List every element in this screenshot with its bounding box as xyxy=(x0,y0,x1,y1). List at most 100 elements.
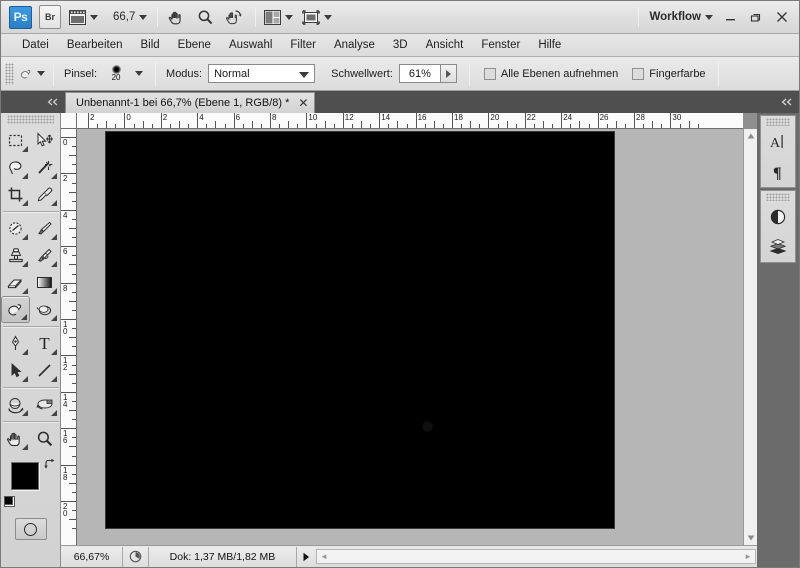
tool-3d-camera-orbit[interactable] xyxy=(30,391,59,418)
menu-item-ebene[interactable]: Ebene xyxy=(169,37,220,53)
tool-lasso[interactable] xyxy=(1,154,30,181)
tool-move[interactable] xyxy=(30,127,59,154)
active-tool-preview[interactable] xyxy=(19,62,45,86)
zoom-level-value[interactable]: 66,7 xyxy=(113,11,135,23)
timing-indicator[interactable] xyxy=(123,546,149,567)
tool-pen[interactable] xyxy=(1,330,30,357)
character-panel-button[interactable]: A xyxy=(761,127,795,157)
brush-chevron-down-icon[interactable] xyxy=(135,71,144,76)
foreground-color-swatch[interactable] xyxy=(11,462,39,490)
canvas-vertical-scrollbar[interactable] xyxy=(743,129,757,545)
tool-history-brush[interactable] xyxy=(30,242,59,269)
scroll-left-icon[interactable]: ◄ xyxy=(317,552,331,561)
arrange-documents-button[interactable] xyxy=(263,5,294,29)
ruler-minor-tick xyxy=(72,419,76,421)
ruler-label: 16 xyxy=(417,113,427,122)
scroll-right-icon[interactable]: ► xyxy=(741,552,755,561)
rotate-view-tool-button[interactable] xyxy=(223,5,245,29)
ruler-minor-tick xyxy=(188,124,190,128)
quick-mask-icon xyxy=(24,522,37,536)
scroll-up-button[interactable] xyxy=(744,129,758,143)
ruler-minor-tick xyxy=(479,124,481,128)
mini-bridge-button[interactable] xyxy=(68,5,99,29)
threshold-input[interactable]: 61% xyxy=(398,64,441,83)
ruler-minor-tick xyxy=(497,124,499,128)
tools-panel-gripper[interactable] xyxy=(7,115,54,124)
flyout-triangle-icon xyxy=(21,314,27,320)
expand-panels-button[interactable] xyxy=(757,91,799,113)
paragraph-panel-button[interactable]: ¶ xyxy=(761,157,795,187)
canvas-viewport[interactable] xyxy=(77,129,743,545)
threshold-stepper[interactable] xyxy=(440,64,457,83)
options-bar-gripper[interactable] xyxy=(5,62,14,85)
tool-eraser[interactable] xyxy=(1,269,30,296)
ruler-origin-corner[interactable] xyxy=(61,113,77,129)
menu-item-auswahl[interactable]: Auswahl xyxy=(220,37,281,53)
vertical-ruler[interactable]: 0 2 4 6 8 10 12 14 16 18 20 xyxy=(61,129,77,545)
tool-eyedropper[interactable] xyxy=(30,181,59,208)
workspace-switcher[interactable]: Workflow xyxy=(649,11,713,23)
status-expand-button[interactable] xyxy=(297,546,315,567)
tool-crop[interactable] xyxy=(1,181,30,208)
menu-item-bild[interactable]: Bild xyxy=(131,37,168,53)
menu-item-ansicht[interactable]: Ansicht xyxy=(417,37,473,53)
brush-preset-picker[interactable]: 20 xyxy=(103,61,129,87)
tool-brush[interactable] xyxy=(30,215,59,242)
tool-clone-stamp[interactable] xyxy=(1,242,30,269)
ruler-minor-tick xyxy=(206,124,208,128)
image-panels-gripper[interactable] xyxy=(766,193,790,201)
ruler-minor-tick xyxy=(69,300,76,302)
document-tab[interactable]: Unbenannt-1 bei 66,7% (Ebene 1, RGB/8) *… xyxy=(65,92,316,113)
tool-rectangular-marquee[interactable] xyxy=(1,127,30,154)
tool-gradient[interactable] xyxy=(30,269,59,296)
minimize-button[interactable] xyxy=(719,6,741,28)
menu-item-bearbeiten[interactable]: Bearbeiten xyxy=(58,37,132,53)
quick-mask-mode-button[interactable] xyxy=(14,518,47,540)
zoom-tool-button[interactable] xyxy=(194,5,216,29)
image-canvas[interactable] xyxy=(105,131,615,529)
options-separator-2 xyxy=(155,61,157,86)
tool-smudge[interactable] xyxy=(1,296,30,323)
adjustments-panel-button[interactable] xyxy=(761,202,795,232)
menu-item-hilfe[interactable]: Hilfe xyxy=(529,37,570,53)
tool-3d-object-rotate[interactable] xyxy=(1,391,30,418)
menu-item-fenster[interactable]: Fenster xyxy=(472,37,529,53)
swap-colors-icon[interactable] xyxy=(43,458,55,473)
close-button[interactable] xyxy=(771,6,793,28)
tool-preset-chevron-down-icon[interactable] xyxy=(37,71,45,76)
finger-paint-checkbox[interactable] xyxy=(632,67,645,80)
layers-panel-button[interactable] xyxy=(761,232,795,262)
sample-all-layers-checkbox[interactable] xyxy=(483,67,496,80)
tool-path-selection[interactable] xyxy=(1,357,30,384)
menu-item-analyse[interactable]: Analyse xyxy=(325,37,384,53)
tool-dodge[interactable] xyxy=(30,296,59,323)
zoom-percent-field[interactable]: 66,67% xyxy=(61,546,123,567)
menu-item-filter[interactable]: Filter xyxy=(281,37,325,53)
tool-spot-healing-brush[interactable] xyxy=(1,215,30,242)
svg-text:A: A xyxy=(770,136,781,151)
default-colors-icon[interactable] xyxy=(4,496,15,507)
zoom-chevron-down-icon[interactable] xyxy=(139,14,148,20)
blend-mode-select[interactable]: Normal xyxy=(208,64,316,83)
hand-tool-button[interactable] xyxy=(165,5,187,29)
tool-magic-wand[interactable] xyxy=(30,154,59,181)
play-triangle-icon xyxy=(303,552,309,561)
threshold-label: Schwellwert: xyxy=(331,67,393,80)
ruler-label: 2 xyxy=(63,174,68,184)
tool-horizontal-type[interactable]: T xyxy=(30,330,59,357)
menu-item-datei[interactable]: Datei xyxy=(13,37,58,53)
document-tab-close-icon[interactable]: ✕ xyxy=(298,96,308,110)
tool-zoom[interactable] xyxy=(30,425,59,452)
tool-line[interactable] xyxy=(30,357,59,384)
type-panels-gripper[interactable] xyxy=(766,118,790,126)
scroll-down-button[interactable] xyxy=(744,531,758,545)
collapse-tools-button[interactable] xyxy=(1,91,65,113)
tool-hand[interactable] xyxy=(1,425,30,452)
screen-mode-button[interactable] xyxy=(301,5,333,29)
menu-item-3d[interactable]: 3D xyxy=(384,37,417,53)
launch-bridge-button[interactable]: Br xyxy=(39,5,61,29)
horizontal-ruler[interactable]: 2 0 2 4 6 8 10 12 14 16 18 20 22 24 26 28 30 xyxy=(77,113,743,129)
horizontal-scroll-track[interactable]: ◄ ► xyxy=(316,549,756,564)
ruler-label: 20 xyxy=(490,113,500,122)
restore-button[interactable] xyxy=(745,6,767,28)
